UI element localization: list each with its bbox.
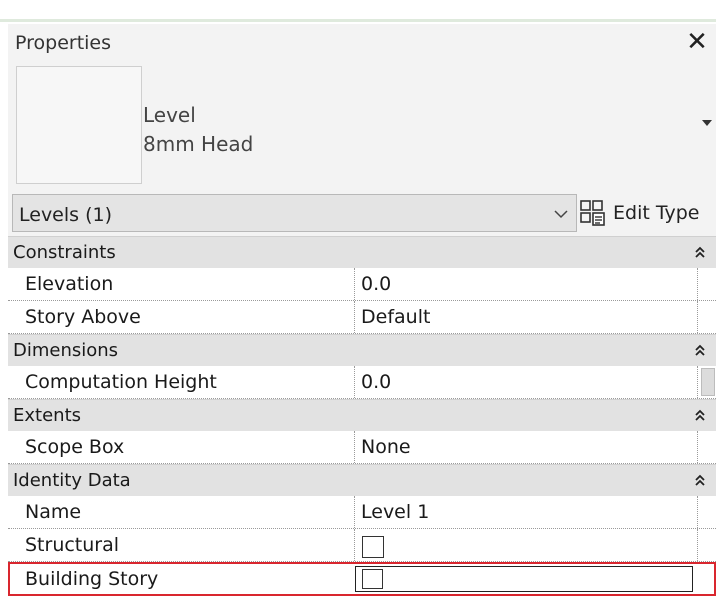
top-strip (0, 0, 716, 22)
column-divider (354, 431, 355, 463)
title-bar: Properties ✕ (8, 24, 716, 60)
column-edge (697, 529, 698, 561)
param-row-name[interactable]: Name Level 1 (8, 496, 716, 529)
type-selector[interactable]: Level 8mm Head (8, 60, 716, 190)
triangle-down-icon[interactable] (700, 117, 714, 129)
type-family-label: Level (143, 103, 196, 127)
instance-selector-row: Levels (1) Edit Type (8, 190, 716, 236)
edit-type-label: Edit Type (613, 202, 700, 224)
properties-panel: Properties ✕ Level 8mm Head Levels (1) E… (0, 0, 716, 605)
type-name-label: 8mm Head (143, 132, 254, 156)
column-edge (697, 496, 698, 528)
param-value[interactable]: 0.0 (361, 371, 391, 393)
param-row-scope-box[interactable]: Scope Box None (8, 431, 716, 464)
chevron-down-icon (554, 210, 568, 219)
collapse-icon[interactable] (694, 408, 706, 422)
building-story-value-box[interactable] (355, 566, 693, 592)
param-value[interactable]: None (361, 436, 411, 458)
building-story-checkbox[interactable] (362, 569, 383, 589)
param-value[interactable]: Level 1 (361, 501, 429, 523)
column-divider (354, 496, 355, 528)
column-edge (697, 366, 698, 398)
param-name: Elevation (25, 273, 114, 295)
collapse-icon[interactable] (694, 245, 706, 259)
param-name: Building Story (25, 568, 159, 590)
collapse-icon[interactable] (694, 473, 706, 487)
param-row-structural[interactable]: Structural (8, 529, 716, 562)
param-row-computation-height[interactable]: Computation Height 0.0 (8, 366, 716, 399)
column-edge (697, 301, 698, 333)
panel-title: Properties (15, 32, 112, 54)
column-divider (354, 301, 355, 333)
column-edge (697, 431, 698, 463)
group-header-dimensions[interactable]: Dimensions (8, 334, 716, 366)
instance-filter-value: Levels (1) (19, 204, 113, 226)
group-label: Dimensions (13, 340, 119, 361)
param-row-elevation[interactable]: Elevation 0.0 (8, 268, 716, 301)
edit-type-icon (580, 200, 605, 226)
edit-type-button[interactable]: Edit Type (578, 194, 712, 232)
close-icon[interactable]: ✕ (682, 27, 712, 57)
param-row-building-story[interactable]: Building Story (8, 562, 716, 596)
type-preview-thumbnail (16, 66, 142, 184)
group-header-extents[interactable]: Extents (8, 399, 716, 431)
param-value[interactable]: 0.0 (361, 273, 391, 295)
scrollbar-thumb[interactable] (701, 368, 715, 396)
param-row-story-above[interactable]: Story Above Default (8, 301, 716, 334)
param-value[interactable]: Default (361, 306, 430, 328)
structural-checkbox[interactable] (362, 536, 384, 558)
column-divider (354, 366, 355, 398)
param-name: Story Above (25, 306, 141, 328)
group-label: Identity Data (13, 470, 131, 491)
param-name: Computation Height (25, 371, 217, 393)
group-label: Constraints (13, 242, 116, 263)
collapse-icon[interactable] (694, 343, 706, 357)
param-name: Structural (25, 534, 120, 556)
column-divider (354, 268, 355, 300)
group-header-constraints[interactable]: Constraints (8, 236, 716, 268)
instance-filter-select[interactable]: Levels (1) (12, 194, 577, 232)
param-name: Name (25, 501, 82, 523)
group-header-identity-data[interactable]: Identity Data (8, 464, 716, 496)
column-edge (697, 268, 698, 300)
param-name: Scope Box (25, 436, 125, 458)
properties-grid: Constraints Elevation 0.0 Story Above De… (8, 236, 716, 596)
column-divider (354, 529, 355, 561)
group-label: Extents (13, 405, 82, 426)
